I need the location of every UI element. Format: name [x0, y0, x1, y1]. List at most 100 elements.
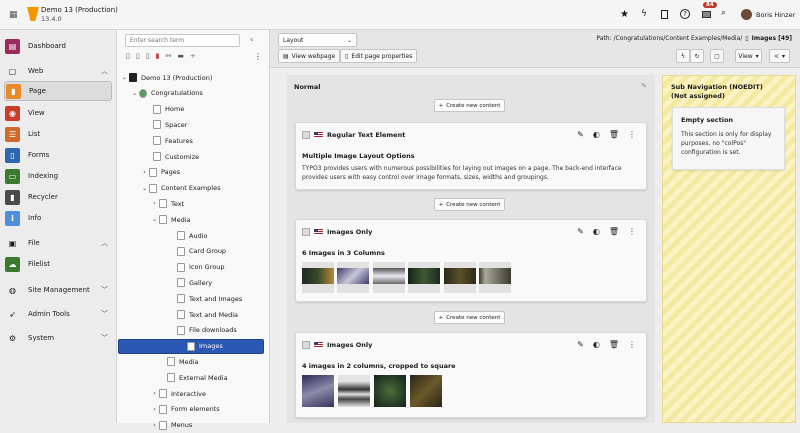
image-thumbnail[interactable]: [444, 262, 476, 293]
delete-icon[interactable]: 🗑: [609, 340, 619, 349]
more-icon[interactable]: ⋮: [254, 52, 262, 61]
image-thumbnail[interactable]: [302, 375, 334, 407]
folder-icon[interactable]: ▬: [177, 52, 184, 60]
group-site-management[interactable]: ◍ Site Management ﹀: [4, 282, 112, 298]
tree-item[interactable]: › Pages: [140, 165, 180, 180]
image-thumbnail[interactable]: [410, 375, 442, 407]
image-thumbnail[interactable]: [302, 262, 334, 293]
flush-cache-icon[interactable]: ϟ: [641, 9, 647, 19]
new-page-icon[interactable]: [661, 10, 668, 19]
delete-icon[interactable]: 🗑: [609, 227, 619, 236]
tree-item[interactable]: Icon Group: [168, 260, 224, 275]
module-dashboard[interactable]: ▤ Dashboard: [4, 36, 112, 56]
tree-item[interactable]: › Text: [150, 196, 184, 211]
tree-item[interactable]: ⌄ Media: [150, 212, 191, 227]
toggle-visibility-icon[interactable]: ◐: [593, 130, 600, 139]
avatar[interactable]: [741, 9, 752, 20]
chevron-right-icon[interactable]: ›: [150, 200, 159, 207]
chevron-down-icon[interactable]: ⌄: [150, 216, 159, 223]
more-icon[interactable]: ⋮: [628, 227, 636, 236]
content-element[interactable]: Images Only ✎ ◐ 🗑 ⋮ 4 images in 2 columns, …: [295, 332, 647, 418]
link-icon[interactable]: ⚯: [165, 52, 171, 60]
tree-item[interactable]: Customize: [144, 149, 199, 164]
tree-item[interactable]: › Menus: [150, 418, 192, 433]
group-system[interactable]: ⚙ System ﹀: [4, 330, 112, 346]
module-recycler[interactable]: ▮ Recycler: [4, 187, 112, 207]
tree-item[interactable]: › Form elements: [150, 402, 220, 417]
tree-item[interactable]: Text and Media: [168, 307, 238, 322]
module-indexing[interactable]: ▭ Indexing: [4, 166, 112, 186]
bookmark-button[interactable]: ▢: [710, 49, 724, 63]
group-file[interactable]: ▣ File ︿: [4, 235, 112, 251]
image-thumbnail[interactable]: [337, 262, 369, 293]
view-dropdown[interactable]: View ▾: [735, 49, 762, 63]
group-admin-tools[interactable]: ➶ Admin Tools ﹀: [4, 306, 112, 322]
edit-page-properties-button[interactable]: ▯ Edit page properties: [340, 49, 418, 63]
tree-item[interactable]: Gallery: [168, 275, 212, 290]
chevron-right-icon[interactable]: ›: [150, 406, 159, 413]
new-recycler-icon[interactable]: ▮: [156, 52, 160, 60]
app-menu-icon[interactable]: ▦: [9, 10, 18, 20]
column-edit-icon[interactable]: ✎: [641, 82, 647, 90]
user-name[interactable]: Boris Hinzer: [756, 11, 795, 19]
tree-item-selected[interactable]: Images: [118, 338, 264, 354]
group-web[interactable]: ▢ Web ︿: [4, 63, 112, 79]
system-info-icon[interactable]: [702, 11, 711, 18]
tree-item[interactable]: › Interactive: [150, 386, 206, 401]
tree-item[interactable]: Features: [144, 133, 193, 148]
new-mountpoint-icon[interactable]: ▯: [146, 52, 150, 60]
layout-select[interactable]: Layout ⌄: [278, 33, 357, 47]
tree-search-input[interactable]: [125, 34, 240, 47]
search-icon[interactable]: ⌕: [721, 8, 726, 18]
tree-item[interactable]: ⌄ Congratulations: [130, 86, 203, 101]
tree-item[interactable]: File downloads: [168, 323, 237, 338]
view-webpage-button[interactable]: ▤ View webpage: [278, 49, 341, 63]
reload-button[interactable]: ↻: [690, 49, 704, 63]
edit-icon[interactable]: ✎: [577, 227, 584, 236]
module-view[interactable]: ◉ View: [4, 103, 112, 123]
module-list[interactable]: ☰ List: [4, 124, 112, 144]
module-page[interactable]: ▮ Page: [4, 81, 112, 101]
tree-item[interactable]: ⌄ Demo 13 (Production): [120, 70, 212, 85]
create-new-content-button[interactable]: + Create new content: [434, 198, 505, 211]
content-element[interactable]: Images Only ✎ ◐ 🗑 ⋮ 6 Images in 3 Columns: [295, 219, 647, 302]
edit-icon[interactable]: ✎: [577, 340, 584, 349]
tree-item[interactable]: Card Group: [168, 244, 226, 259]
tree-item[interactable]: ⌄ Content Examples: [140, 181, 221, 196]
clear-cache-button[interactable]: ϟ: [676, 49, 690, 63]
toggle-visibility-icon[interactable]: ◐: [593, 227, 600, 236]
delete-icon[interactable]: 🗑: [609, 130, 619, 139]
module-info[interactable]: i Info: [4, 208, 112, 228]
new-sysfolder-icon[interactable]: ▯: [136, 52, 140, 60]
tree-item[interactable]: Text and Images: [168, 291, 242, 306]
tree-item[interactable]: Media: [158, 354, 199, 369]
image-thumbnail[interactable]: [479, 262, 511, 293]
module-forms[interactable]: ▯ Forms: [4, 145, 112, 165]
help-icon[interactable]: ?: [680, 9, 690, 19]
more-icon[interactable]: ⋮: [628, 130, 636, 139]
edit-icon[interactable]: ✎: [577, 130, 584, 139]
new-page-icon[interactable]: ▯: [126, 52, 130, 60]
image-thumbnail[interactable]: [374, 375, 406, 407]
toggle-visibility-icon[interactable]: ◐: [593, 340, 600, 349]
create-new-content-button[interactable]: + Create new content: [434, 311, 505, 324]
chevron-down-icon[interactable]: ⌄: [120, 74, 129, 81]
more-icon[interactable]: ⋮: [628, 340, 636, 349]
chevron-right-icon[interactable]: ›: [150, 390, 159, 397]
image-thumbnail[interactable]: [338, 375, 370, 407]
chevron-right-icon[interactable]: ›: [140, 169, 149, 176]
chevron-down-icon[interactable]: ⌄: [130, 90, 139, 97]
tree-item[interactable]: Home: [144, 102, 184, 117]
bookmark-star-icon[interactable]: ★: [620, 9, 629, 20]
module-filelist[interactable]: ☁ Filelist: [4, 254, 112, 274]
image-thumbnail[interactable]: [408, 262, 440, 293]
divider-icon[interactable]: ÷: [190, 52, 196, 60]
chevron-down-icon[interactable]: ⌄: [140, 185, 149, 192]
tree-item[interactable]: External Media: [158, 370, 228, 385]
typo3-logo[interactable]: [27, 7, 39, 21]
share-dropdown[interactable]: < ▾: [769, 49, 790, 63]
tree-item[interactable]: Audio: [168, 228, 207, 243]
create-new-content-button[interactable]: + Create new content: [434, 99, 505, 112]
collapse-tree-icon[interactable]: ‹: [250, 35, 253, 44]
image-thumbnail[interactable]: [373, 262, 405, 293]
